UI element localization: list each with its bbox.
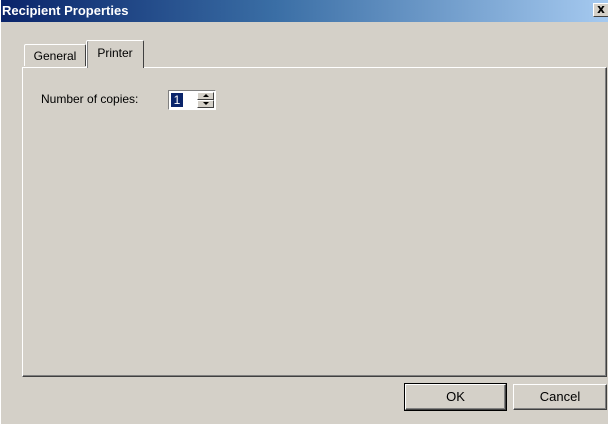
arrow-down-icon <box>203 102 209 105</box>
window-title: Recipient Properties <box>2 3 129 18</box>
spin-up-button[interactable] <box>197 92 214 100</box>
close-button[interactable]: x <box>593 3 608 17</box>
title-bar[interactable]: Recipient Properties x <box>1 0 608 22</box>
spin-down-button[interactable] <box>197 100 214 108</box>
copies-label: Number of copies: <box>41 92 139 106</box>
tab-general-label: General <box>33 49 77 63</box>
cancel-button[interactable]: Cancel <box>513 384 607 410</box>
copies-input[interactable]: 1 <box>171 93 183 107</box>
arrow-up-icon <box>203 94 209 97</box>
copies-spinner[interactable]: 1 <box>168 90 216 110</box>
close-icon: x <box>597 2 605 16</box>
dialog-window: Recipient Properties x General Printer N… <box>0 0 608 424</box>
tab-general[interactable]: General <box>24 44 86 66</box>
tab-printer[interactable]: Printer <box>86 40 144 68</box>
ok-button[interactable]: OK <box>404 383 507 411</box>
tab-printer-label: Printer <box>97 46 133 60</box>
printer-tab-panel: Number of copies: 1 <box>22 67 607 377</box>
